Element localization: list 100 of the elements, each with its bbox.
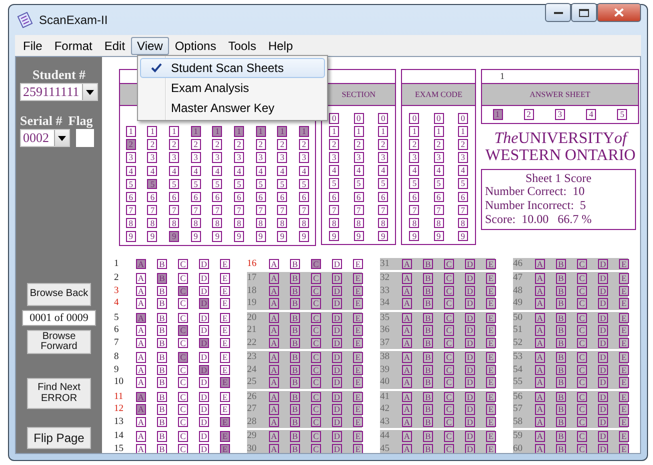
maximize-icon bbox=[579, 8, 589, 16]
digit-bubble: 2 bbox=[434, 139, 444, 150]
digit-bubble: 7 bbox=[329, 204, 340, 216]
answer-bubble: A bbox=[402, 338, 412, 348]
question-number: 8 bbox=[114, 352, 120, 362]
answer-sheet-heading: ANSWER SHEET bbox=[482, 83, 638, 106]
answer-bubble: D bbox=[332, 416, 342, 428]
question-number: 20 bbox=[247, 312, 258, 323]
browse-back-button[interactable]: Browse Back bbox=[27, 283, 91, 306]
answer-bubble: B bbox=[423, 338, 433, 348]
answer-bubble: A bbox=[535, 364, 545, 376]
digit-bubble: 5 bbox=[298, 178, 309, 190]
answer-bubble: E bbox=[619, 404, 629, 415]
answer-bubble: C bbox=[577, 298, 587, 309]
answer-bubble: D bbox=[199, 312, 209, 324]
answer-bubble: D bbox=[598, 416, 608, 428]
flip-page-button[interactable]: Flip Page bbox=[27, 427, 91, 449]
answer-bubble: A bbox=[269, 392, 279, 402]
sheet-bubble[interactable]: 4 bbox=[586, 109, 596, 120]
serial-dropdown[interactable]: 0002 bbox=[20, 129, 70, 147]
digit-bubble: 6 bbox=[378, 192, 388, 202]
answer-bubble: D bbox=[465, 431, 475, 442]
digit-bubble: 3 bbox=[409, 152, 420, 163]
question-number: 39 bbox=[380, 364, 390, 375]
sheet-bubble[interactable]: 3 bbox=[554, 109, 565, 120]
question-number: 22 bbox=[247, 338, 258, 348]
flag-field[interactable] bbox=[76, 129, 94, 147]
answer-bubble: E bbox=[220, 444, 230, 453]
digit-bubble: 1 bbox=[147, 126, 158, 137]
digit-bubble: 9 bbox=[434, 230, 444, 242]
question-number: 21 bbox=[247, 325, 258, 336]
answer-bubble: D bbox=[598, 431, 608, 442]
answer-bubble: B bbox=[423, 273, 433, 284]
answer-bubble: B bbox=[290, 338, 300, 348]
digit-bubble: 1 bbox=[234, 126, 244, 137]
sheet-bubble[interactable]: 2 bbox=[524, 109, 534, 120]
answer-bubble: B bbox=[157, 273, 167, 284]
answer-bubble: E bbox=[353, 312, 363, 324]
answer-bubble: D bbox=[465, 416, 475, 428]
student-dropdown[interactable]: 259111111 bbox=[20, 83, 98, 101]
menu-item[interactable]: File bbox=[17, 36, 48, 54]
menu-item[interactable]: Options bbox=[168, 36, 222, 54]
menu-item[interactable]: Edit bbox=[98, 36, 132, 54]
answer-bubble: E bbox=[353, 258, 363, 270]
digit-bubble: 4 bbox=[434, 165, 444, 176]
digit-bubble: 8 bbox=[169, 218, 180, 228]
question-number: 3 bbox=[114, 286, 120, 296]
close-button[interactable] bbox=[597, 3, 641, 22]
menu-item[interactable]: Tools bbox=[222, 36, 262, 54]
answer-bubble: D bbox=[598, 377, 608, 388]
digit-bubble: 4 bbox=[256, 166, 266, 176]
minimize-button[interactable] bbox=[545, 3, 571, 22]
answer-bubble: A bbox=[535, 416, 545, 428]
question-number: 13 bbox=[114, 416, 124, 427]
answer-bubble: C bbox=[311, 298, 321, 309]
question-number: 52 bbox=[513, 338, 524, 348]
answer-bubble: E bbox=[619, 444, 629, 453]
answer-bubble: E bbox=[220, 364, 230, 376]
question-number: 34 bbox=[380, 298, 390, 308]
digit-bubble: 3 bbox=[378, 152, 388, 163]
maximize-button[interactable] bbox=[571, 3, 597, 22]
digit-bubble: 3 bbox=[234, 152, 244, 163]
answer-bubble: A bbox=[136, 377, 146, 388]
answer-bubble: A bbox=[402, 352, 412, 363]
question-number: 10 bbox=[114, 377, 124, 388]
answer-bubble: D bbox=[598, 325, 608, 336]
digit-bubble: 2 bbox=[378, 139, 388, 150]
browse-forward-button[interactable]: Browse Forward bbox=[27, 330, 91, 354]
menu-item[interactable]: Format bbox=[48, 36, 98, 54]
digit-bubble: 1 bbox=[434, 126, 444, 137]
menu-item[interactable]: View bbox=[131, 36, 169, 54]
menu-option[interactable]: Student Scan Sheets bbox=[140, 58, 325, 78]
position-field: 0001 of 0009 bbox=[22, 310, 96, 326]
answer-bubble: A bbox=[402, 273, 412, 284]
answer-bubble: C bbox=[577, 273, 587, 284]
digit-bubble: 7 bbox=[190, 204, 201, 216]
digit-bubble: 9 bbox=[212, 231, 222, 242]
digit-bubble: 0 bbox=[458, 113, 468, 124]
question-number: 50 bbox=[513, 312, 524, 323]
digit-bubble: 4 bbox=[298, 166, 309, 176]
answer-bubble: A bbox=[136, 444, 146, 453]
answer-bubble: E bbox=[220, 416, 230, 428]
answer-bubble: A bbox=[402, 325, 412, 336]
answer-bubble: A bbox=[269, 286, 279, 296]
digit-bubble: 6 bbox=[458, 192, 468, 202]
sheet-bubble[interactable]: 5 bbox=[617, 109, 628, 120]
digit-bubble: 8 bbox=[329, 218, 340, 228]
answer-bubble: B bbox=[290, 377, 300, 388]
answer-bubble: B bbox=[423, 298, 433, 309]
question-number: 9 bbox=[114, 364, 120, 375]
answer-bubble: A bbox=[269, 431, 279, 442]
answer-bubble: C bbox=[178, 298, 188, 309]
digit-bubble: 4 bbox=[212, 166, 222, 176]
digit-bubble: 5 bbox=[354, 178, 364, 189]
menu-item[interactable]: Help bbox=[262, 36, 299, 54]
answer-bubble: D bbox=[465, 286, 475, 296]
answer-bubble: A bbox=[269, 352, 279, 363]
answer-bubble: D bbox=[332, 377, 342, 388]
find-next-error-button[interactable]: Find Next ERROR bbox=[27, 378, 91, 409]
answer-bubble: D bbox=[465, 377, 475, 388]
